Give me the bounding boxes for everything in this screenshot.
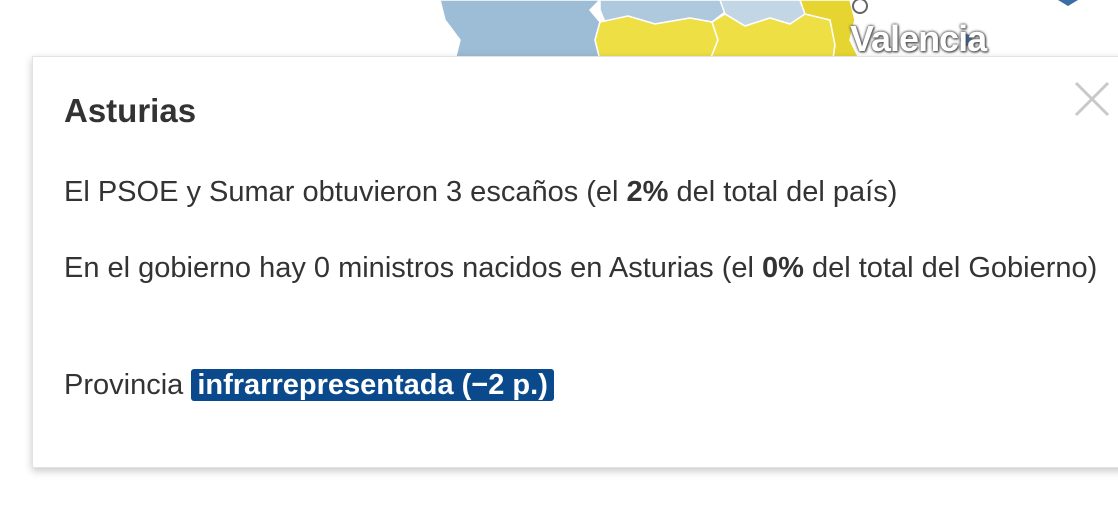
representation-text: Provincia infrarrepresentada (−2 p.) bbox=[64, 365, 1104, 406]
representation-badge: infrarrepresentada (−2 p.) bbox=[191, 369, 554, 401]
seats-prefix: El PSOE y Sumar obtuvieron 3 escaños (el bbox=[64, 176, 627, 208]
popup-title: Asturias bbox=[64, 92, 197, 129]
ministers-text: En el gobierno hay 0 ministros nacidos e… bbox=[64, 248, 1104, 289]
city-marker[interactable] bbox=[852, 0, 868, 14]
seats-suffix: del total del país) bbox=[668, 176, 898, 208]
city-label: Valencia bbox=[850, 18, 987, 59]
ministers-prefix: En el gobierno hay 0 ministros nacidos e… bbox=[64, 252, 762, 284]
ministers-percent: 0% bbox=[761, 252, 804, 284]
close-icon[interactable] bbox=[1074, 81, 1110, 117]
seats-text: El PSOE y Sumar obtuvieron 3 escaños (el… bbox=[64, 172, 1104, 213]
seats-percent: 2% bbox=[626, 176, 669, 208]
representation-prefix: Provincia bbox=[64, 369, 192, 401]
ministers-suffix: del total del Gobierno) bbox=[803, 252, 1098, 284]
